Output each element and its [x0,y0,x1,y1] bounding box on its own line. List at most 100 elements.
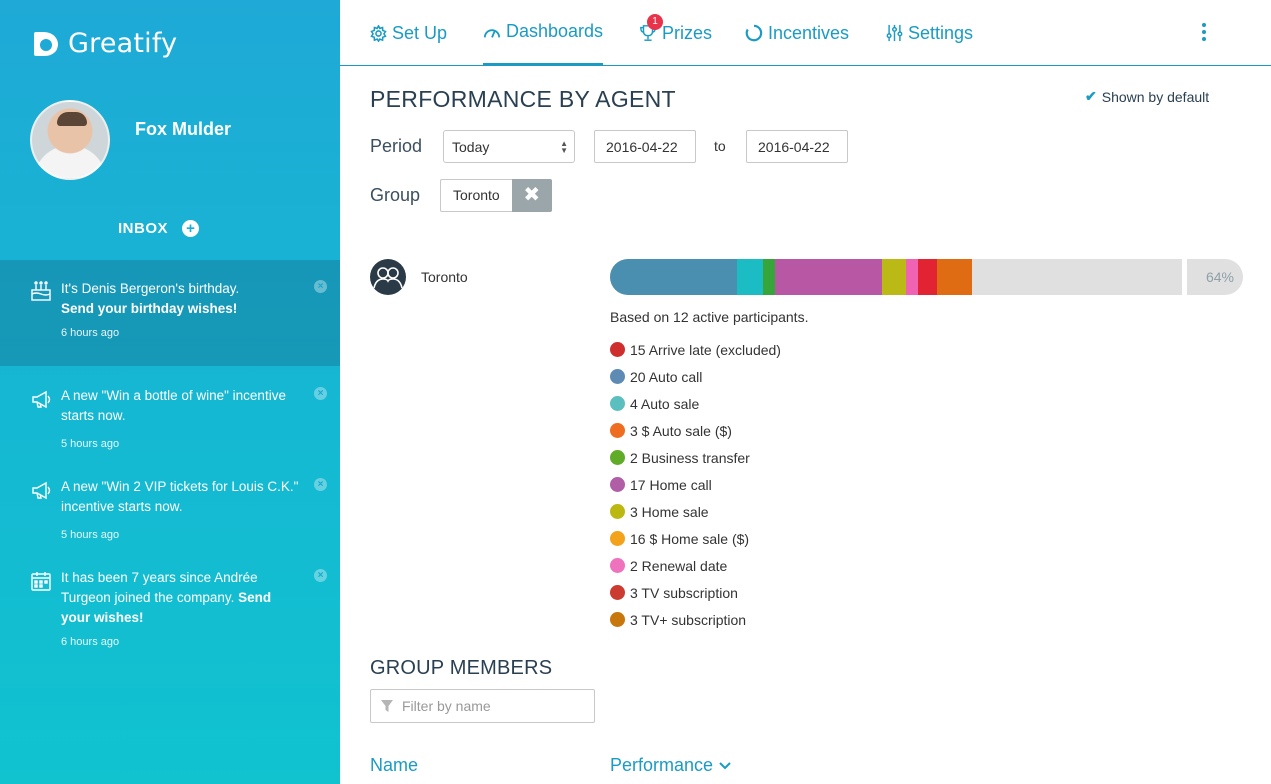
nav-setup[interactable]: Set Up [370,0,447,66]
gear-icon [370,24,387,42]
prizes-badge: 1 [647,14,663,30]
notification-item[interactable]: A new "Win a bottle of wine" incentive s… [0,366,340,456]
notification-item[interactable]: It has been 7 years since Andrée Turgeon… [0,548,340,658]
filter-icon [381,700,393,712]
performance-bar [610,259,1182,295]
team-name[interactable]: Toronto [421,269,468,285]
nav-incentives-label: Incentives [768,22,850,43]
legend-item: 16 $ Home sale ($) [610,525,781,552]
column-header-performance[interactable]: Performance [610,755,732,776]
sidebar: Greatify Fox Mulder INBOX + It's Denis B… [0,0,340,784]
nav-prizes[interactable]: 1 Prizes [639,0,712,66]
legend-color-dot [610,450,625,465]
inbox-header: INBOX + [118,220,200,237]
user-name[interactable]: Fox Mulder [135,119,231,140]
legend-item: 15 Arrive late (excluded) [610,336,781,363]
nav-incentives[interactable]: Incentives [745,0,849,66]
period-select[interactable]: Today ▲ ▼ [443,130,575,163]
performance-segment [610,259,738,295]
notification-item[interactable]: A new "Win 2 VIP tickets for Louis C.K."… [0,457,340,547]
close-icon[interactable]: × [314,478,327,491]
more-menu-icon[interactable] [1200,23,1208,45]
legend-item: 20 Auto call [610,363,781,390]
performance-segment [737,259,763,295]
legend-label: 4 Auto sale [630,395,700,412]
legend-item: 3 Home sale [610,498,781,525]
period-select-value: Today [452,139,490,155]
logo[interactable]: Greatify [30,28,177,59]
notification-time: 5 hours ago [61,438,120,450]
to-label: to [714,138,726,154]
close-icon[interactable]: × [314,280,327,293]
nav-dashboards[interactable]: Dashboards [483,0,604,66]
legend-item: 2 Business transfer [610,444,781,471]
performance-percent: 64% [1187,259,1243,295]
spinner-icon [745,24,763,42]
notification-time: 5 hours ago [61,529,120,541]
legend-label: 20 Auto call [630,368,703,385]
legend-item: 3 TV+ subscription [610,606,781,633]
shown-by-default-toggle[interactable]: ✔ Shown by default [1085,88,1209,105]
remove-group-button[interactable]: ✖ [511,179,552,212]
date-from-input[interactable] [594,130,696,163]
sliders-icon [886,24,903,42]
performance-segment [906,259,919,295]
performance-segment [882,259,907,295]
filter-by-name-input[interactable] [402,698,582,714]
legend-item: 17 Home call [610,471,781,498]
legend-color-dot [610,504,625,519]
legend-color-dot [610,369,625,384]
legend-color-dot [610,477,625,492]
inbox-add-icon[interactable]: + [182,220,200,237]
gauge-icon [483,28,501,38]
legend-label: 3 $ Auto sale ($) [630,422,732,439]
team-icon [370,259,406,295]
legend-label: 3 TV subscription [630,584,738,601]
calendar-icon [30,570,52,592]
top-navigation: Set Up Dashboards 1 Prizes Incentives Se… [340,0,1271,66]
checkmark-icon: ✔ [1085,88,1097,104]
legend-label: 2 Renewal date [630,557,728,574]
notification-time: 6 hours ago [61,327,120,339]
legend-label: 15 Arrive late (excluded) [630,341,781,358]
legend-label: 17 Home call [630,476,712,493]
performance-segment [774,259,883,295]
megaphone-icon [30,479,52,501]
period-label: Period [370,136,423,156]
close-icon[interactable]: × [314,569,327,582]
notification-item[interactable]: It's Denis Bergeron's birthday. Send your… [0,260,340,366]
nav-settings-label: Settings [908,22,974,43]
nav-dashboards-label: Dashboards [506,21,604,41]
close-icon[interactable]: × [314,387,327,400]
main-content: PERFORMANCE BY AGENT ✔ Shown by default … [340,66,1271,784]
shown-by-default-label: Shown by default [1101,88,1210,105]
performance-segment [918,259,938,295]
group-tag-label: Toronto [440,179,512,212]
group-members-title: GROUP MEMBERS [370,657,553,679]
notification-text: A new "Win 2 VIP tickets for Louis C.K."… [61,479,299,514]
date-to-input[interactable] [746,130,848,163]
legend-color-dot [610,585,625,600]
legend-label: 2 Business transfer [630,449,750,466]
nav-prizes-label: Prizes [662,22,713,43]
column-header-name[interactable]: Name [370,755,418,776]
notification-text: It has been 7 years since Andrée Turgeon… [61,570,272,625]
filter-field[interactable] [370,689,595,723]
notification-time: 6 hours ago [61,636,120,648]
avatar[interactable] [30,100,110,180]
participants-note: Based on 12 active participants. [610,309,809,325]
performance-segment [937,259,972,295]
legend-item: 4 Auto sale [610,390,781,417]
nav-settings[interactable]: Settings [886,0,973,66]
legend-color-dot [610,396,625,411]
app-name: Greatify [68,28,178,59]
legend-color-dot [610,558,625,573]
notification-text: A new "Win a bottle of wine" incentive s… [61,388,286,423]
legend-label: 3 Home sale [630,503,709,520]
legend-color-dot [610,342,625,357]
legend-color-dot [610,531,625,546]
legend-item: 2 Renewal date [610,552,781,579]
group-label: Group [370,185,421,205]
chevron-down-icon [719,761,731,769]
greatify-logo-icon [34,31,58,56]
